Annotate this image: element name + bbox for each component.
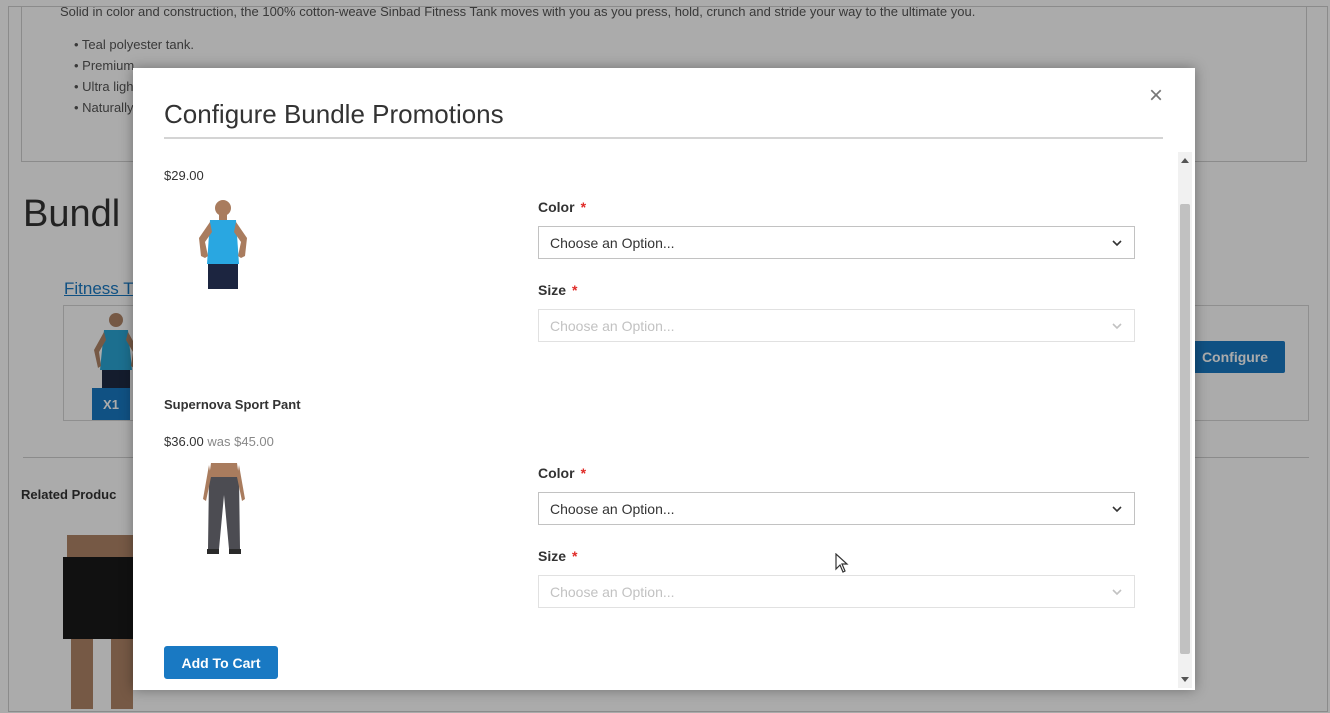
color-select[interactable]: Choose an Option... [538, 226, 1135, 259]
chevron-down-icon [1112, 589, 1122, 596]
tank-top-model-image-icon [199, 200, 247, 289]
color-select-value: Choose an Option... [550, 235, 675, 251]
size-label: Size * [538, 282, 577, 298]
configure-bundle-modal: Configure Bundle Promotions × $29.00 Col… [133, 68, 1195, 690]
chevron-down-icon [1112, 506, 1122, 513]
required-mark: * [580, 199, 587, 215]
chevron-down-icon [1112, 240, 1122, 247]
modal-title: Configure Bundle Promotions [164, 99, 504, 129]
color-select-value: Choose an Option... [550, 501, 675, 517]
required-mark: * [572, 282, 578, 298]
color-label: Color * [538, 465, 586, 481]
scroll-up-arrow-icon[interactable] [1181, 158, 1189, 163]
size-label-text: Size [538, 548, 567, 564]
size-select-value: Choose an Option... [550, 584, 675, 600]
color-label: Color * [538, 199, 586, 215]
scroll-down-arrow-icon[interactable] [1181, 677, 1189, 682]
product-price: $29.00 [164, 168, 204, 183]
required-mark: * [572, 548, 578, 564]
modal-divider [164, 137, 1163, 139]
color-label-text: Color [538, 199, 575, 215]
size-select-value: Choose an Option... [550, 318, 675, 334]
close-icon[interactable]: × [1145, 82, 1167, 110]
sport-pant-model-image-icon [203, 463, 245, 554]
color-label-text: Color [538, 465, 575, 481]
was-price: was $45.00 [207, 434, 274, 449]
required-mark: * [580, 465, 587, 481]
size-label-text: Size [538, 282, 567, 298]
size-select[interactable]: Choose an Option... [538, 575, 1135, 608]
add-to-cart-button[interactable]: Add To Cart [164, 646, 278, 679]
size-select[interactable]: Choose an Option... [538, 309, 1135, 342]
color-select[interactable]: Choose an Option... [538, 492, 1135, 525]
price-value: $36.00 [164, 434, 204, 449]
size-label: Size * [538, 548, 577, 564]
scrollbar-thumb[interactable] [1180, 204, 1190, 654]
product-name: Supernova Sport Pant [164, 397, 301, 412]
mouse-pointer-icon [835, 553, 849, 573]
chevron-down-icon [1112, 323, 1122, 330]
modal-scrollbar[interactable] [1178, 152, 1192, 688]
product-price: $36.00 was $45.00 [164, 434, 274, 449]
price-value: $29.00 [164, 168, 204, 183]
